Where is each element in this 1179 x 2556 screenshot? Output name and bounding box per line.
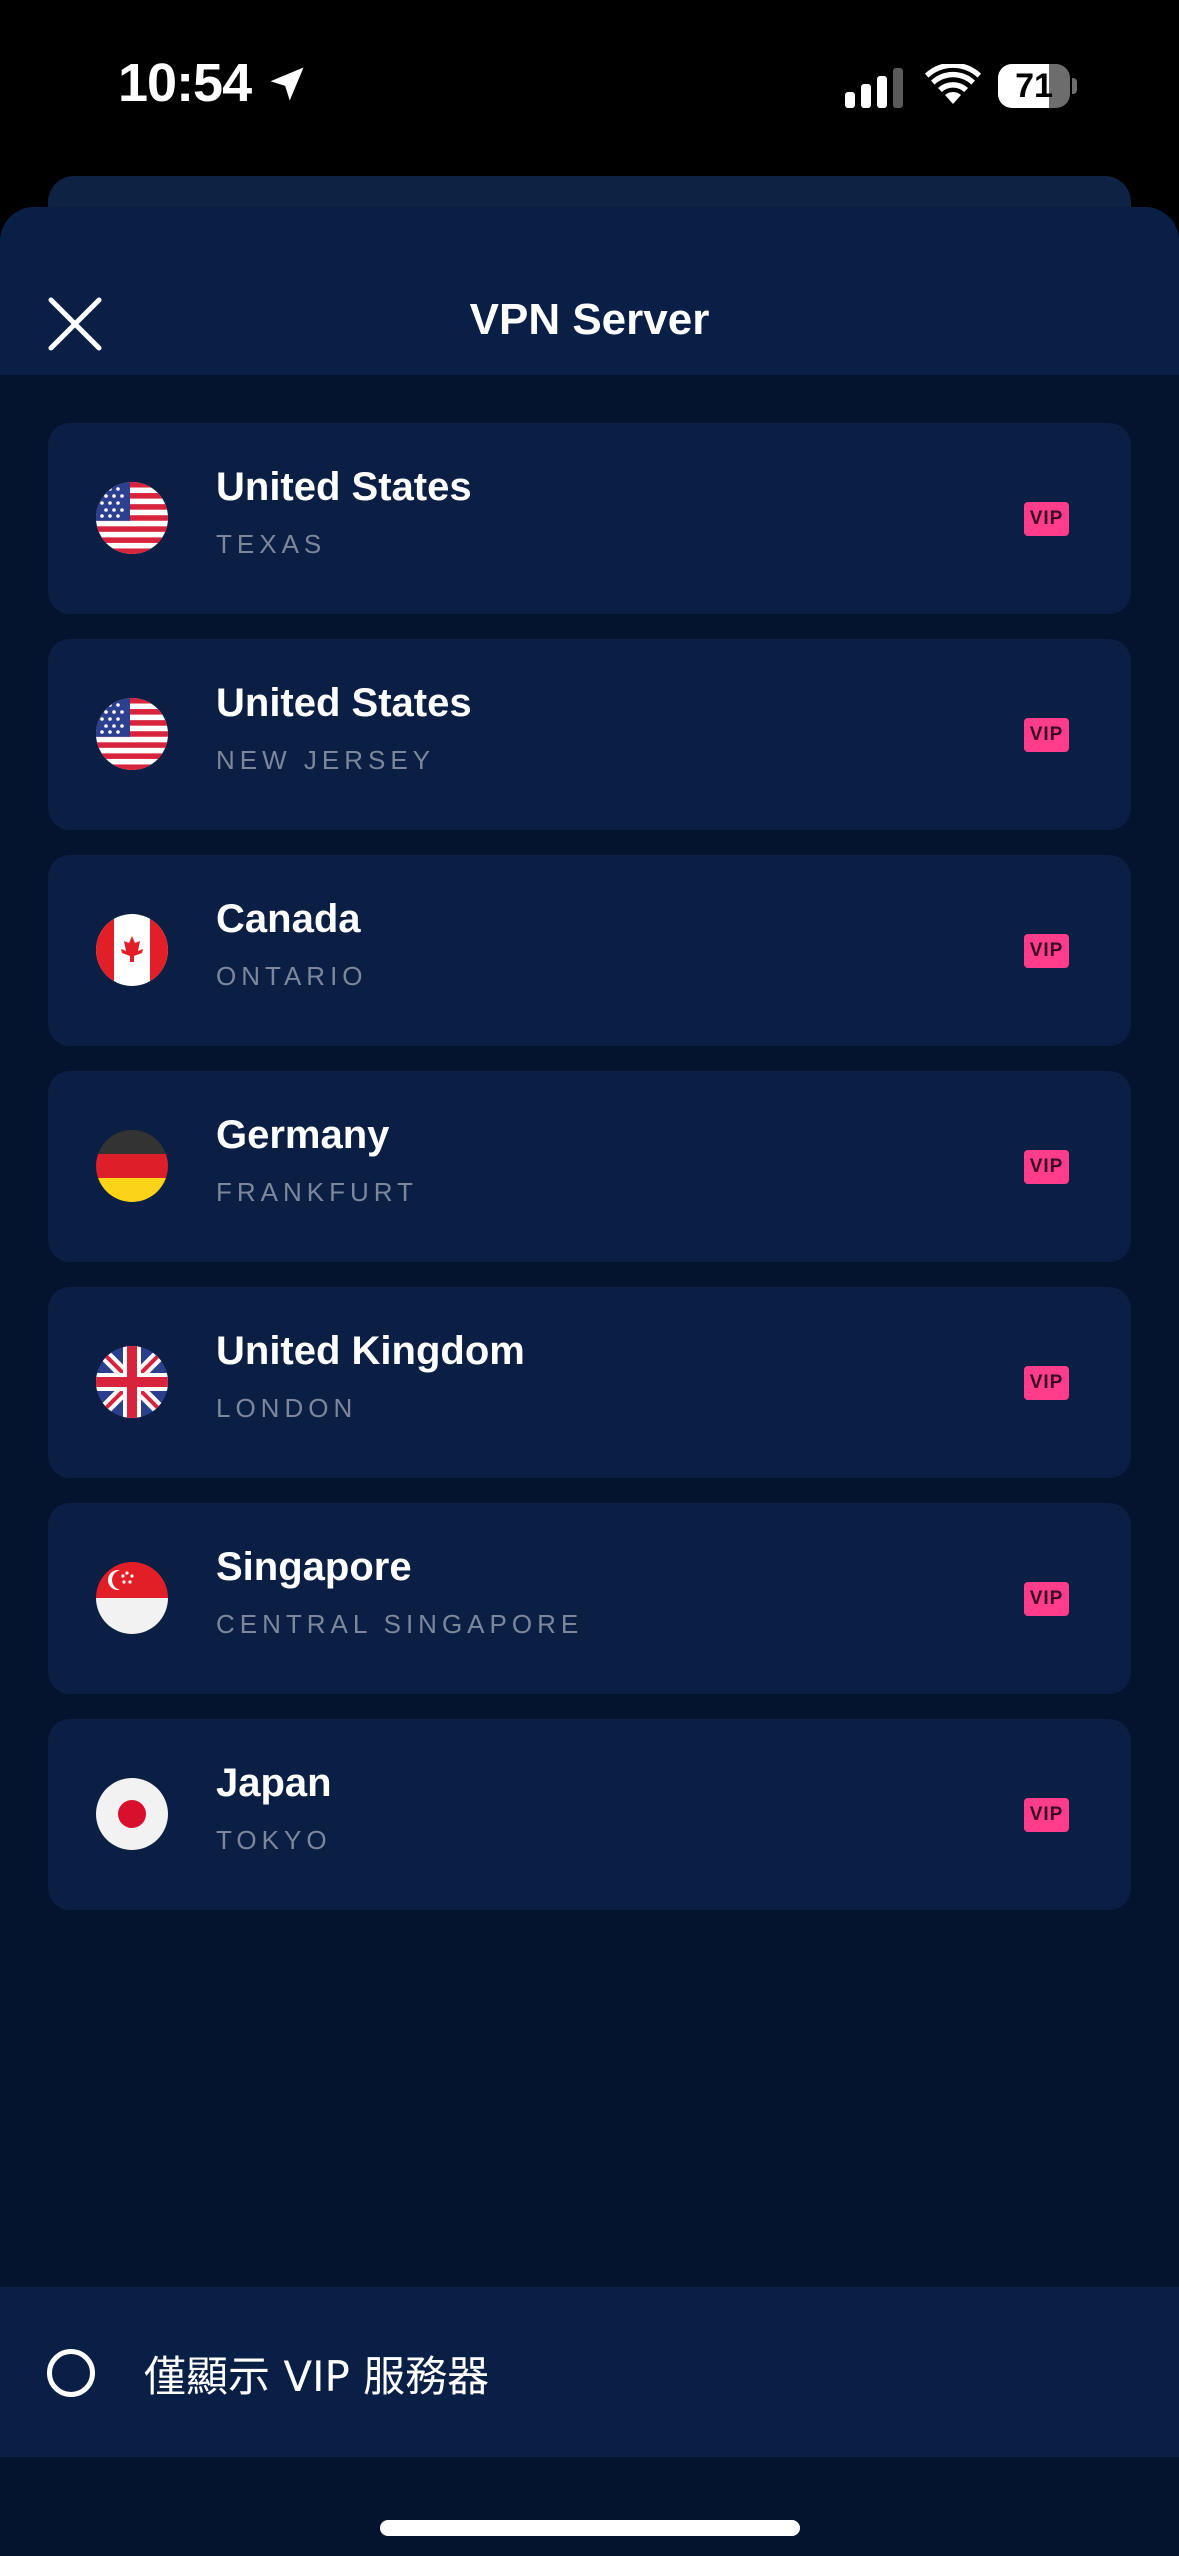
- japan-flag-icon: [96, 1778, 168, 1850]
- singapore-flag-icon: [96, 1562, 168, 1634]
- us-flag-icon: [96, 698, 168, 770]
- page-title: VPN Server: [469, 295, 710, 344]
- server-region: LONDON: [216, 1393, 358, 1423]
- cellular-signal-icon: [845, 68, 903, 108]
- server-row[interactable]: United States TEXAS VIP: [48, 423, 1131, 614]
- us-flag-icon: [96, 482, 168, 554]
- vip-badge: VIP: [1024, 502, 1069, 536]
- location-arrow-icon: [270, 67, 304, 101]
- server-country: Germany: [216, 1113, 390, 1157]
- battery-icon: 71: [998, 64, 1077, 108]
- vip-badge: VIP: [1024, 1366, 1069, 1400]
- server-region: ONTARIO: [216, 961, 368, 991]
- battery-percentage: 71: [1015, 67, 1053, 105]
- sheet-header: VPN Server: [0, 207, 1179, 375]
- status-time: 10:54: [118, 53, 252, 113]
- server-row[interactable]: United Kingdom LONDON VIP: [48, 1287, 1131, 1478]
- server-country: United States: [216, 465, 472, 509]
- server-region: TEXAS: [216, 529, 327, 559]
- wifi-icon: [925, 64, 981, 104]
- server-row[interactable]: Singapore CENTRAL SINGAPORE VIP: [48, 1503, 1131, 1694]
- vip-filter-bar: 僅顯示 VIP 服務器: [0, 2287, 1179, 2457]
- server-row[interactable]: Canada ONTARIO VIP: [48, 855, 1131, 1046]
- germany-flag-icon: [96, 1130, 168, 1202]
- server-row[interactable]: Germany FRANKFURT VIP: [48, 1071, 1131, 1262]
- server-region: FRANKFURT: [216, 1177, 418, 1207]
- home-indicator[interactable]: [380, 2520, 800, 2536]
- vip-badge: VIP: [1024, 1150, 1069, 1184]
- canada-flag-icon: [96, 914, 168, 986]
- vip-badge: VIP: [1024, 934, 1069, 968]
- vpn-server-sheet: VPN Server United States TEXAS VIP United S…: [0, 207, 1179, 2556]
- uk-flag-icon: [96, 1346, 168, 1418]
- vip-badge: VIP: [1024, 718, 1069, 752]
- server-row[interactable]: Japan TOKYO VIP: [48, 1719, 1131, 1910]
- vip-only-label[interactable]: 僅顯示 VIP 服務器: [144, 2343, 489, 2404]
- server-row[interactable]: United States NEW JERSEY VIP: [48, 639, 1131, 830]
- server-region: TOKYO: [216, 1825, 332, 1855]
- server-country: United Kingdom: [216, 1329, 525, 1373]
- vip-badge: VIP: [1024, 1798, 1069, 1832]
- server-list: United States TEXAS VIP United States NEW JE…: [48, 423, 1131, 1935]
- status-bar: 10:54 71: [0, 0, 1179, 175]
- server-country: Japan: [216, 1761, 332, 1805]
- vip-badge: VIP: [1024, 1582, 1069, 1616]
- server-region: NEW JERSEY: [216, 745, 436, 775]
- server-region: CENTRAL SINGAPORE: [216, 1609, 584, 1639]
- server-country: United States: [216, 681, 472, 725]
- server-country: Singapore: [216, 1545, 412, 1589]
- vip-only-radio[interactable]: [47, 2349, 95, 2397]
- server-country: Canada: [216, 897, 361, 941]
